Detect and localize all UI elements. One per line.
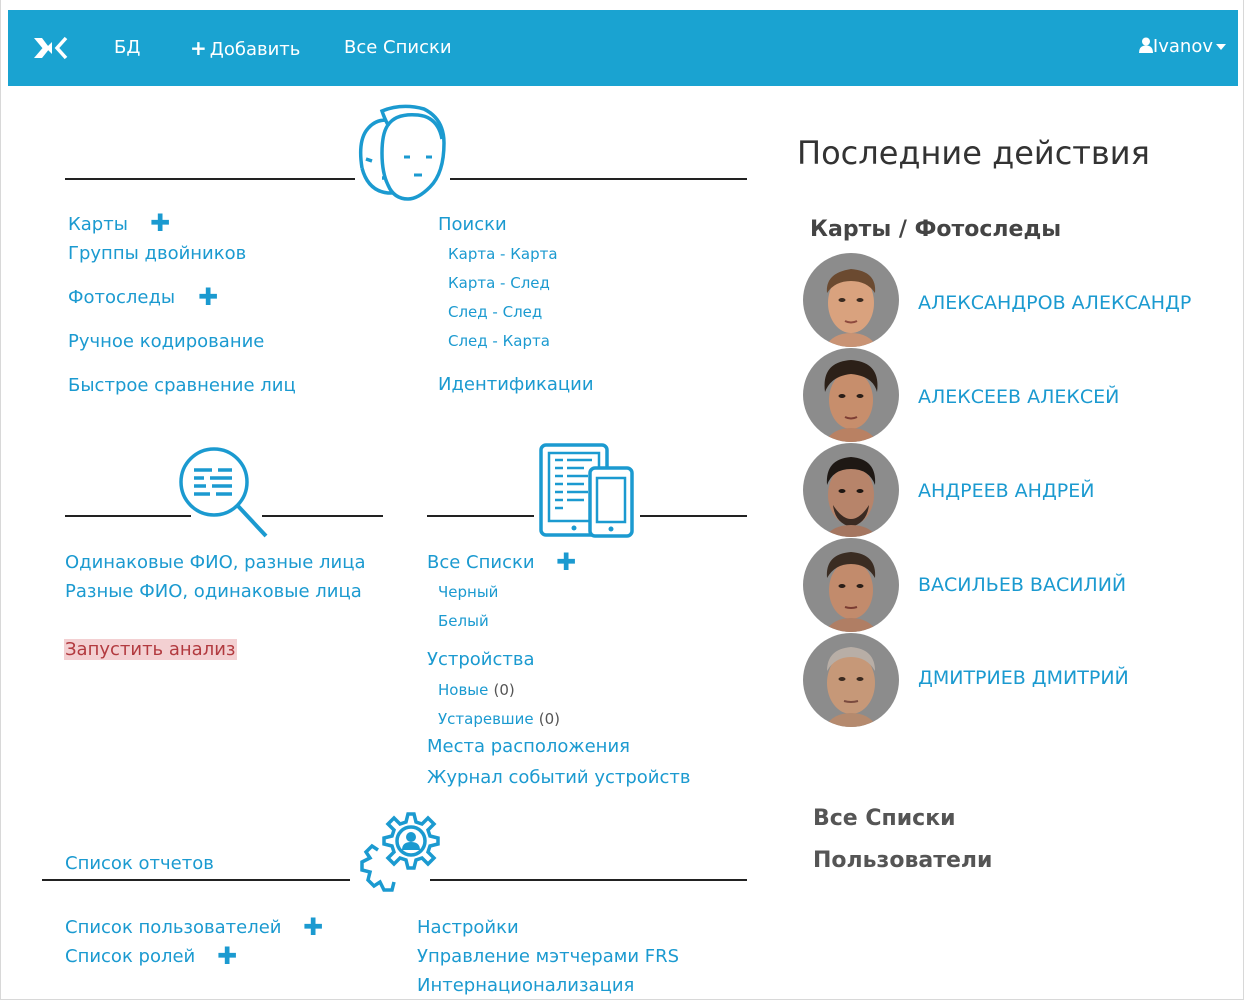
recent-person-link[interactable]: АЛЕКСАНДРОВ АЛЕКСАНДР — [918, 292, 1191, 314]
recent-person-link[interactable]: АЛЕКСЕЕВ АЛЕКСЕЙ — [918, 386, 1119, 408]
avatar[interactable] — [803, 633, 899, 727]
divider — [65, 178, 355, 180]
search-trace-card-link[interactable]: След - Карта — [448, 332, 550, 350]
new-devices-link[interactable]: Новые — [438, 681, 488, 699]
divider — [430, 879, 747, 881]
search-trace-trace-link[interactable]: След - След — [448, 303, 542, 321]
add-photo-trace-icon[interactable]: ✚ — [198, 283, 218, 311]
twins-link[interactable]: Группы двойников — [68, 243, 246, 264]
plus-icon: + — [190, 36, 207, 60]
recent-person-link[interactable]: АНДРЕЕВ АНДРЕЙ — [918, 480, 1094, 502]
recent-person-link[interactable]: ДМИТРИЕВ ДМИТРИЙ — [918, 667, 1129, 689]
reports-link[interactable]: Список отчетов — [65, 853, 214, 874]
all-lists-link[interactable]: Все Списки — [427, 552, 535, 573]
divider — [450, 178, 747, 180]
chevron-down-icon — [1216, 44, 1226, 50]
recent-actions-title: Последние действия — [797, 134, 1150, 172]
manual-coding-link[interactable]: Ручное кодирование — [68, 331, 264, 352]
new-devices-count: (0) — [493, 681, 515, 699]
nav-add-button[interactable]: + Добавить — [190, 36, 300, 62]
user-menu[interactable]: Ivanov — [1138, 36, 1226, 57]
document-search-icon — [179, 447, 268, 538]
nav-all-lists-link[interactable]: Все Списки — [344, 36, 452, 60]
run-analysis-button[interactable]: Запустить анализ — [64, 639, 237, 660]
divider — [640, 515, 747, 517]
diff-name-link[interactable]: Разные ФИО, одинаковые лица — [65, 581, 362, 602]
outdated-devices-count: (0) — [538, 710, 560, 728]
gear-user-icon — [360, 812, 440, 892]
avatar[interactable] — [803, 253, 899, 347]
top-navbar: БД + Добавить Все Списки Ivanov — [8, 10, 1238, 86]
user-name: Ivanov — [1152, 36, 1213, 57]
divider — [42, 879, 350, 881]
recent-all-lists-link[interactable]: Все Списки — [813, 806, 956, 831]
photo-traces-link[interactable]: Фотоследы — [68, 287, 175, 308]
search-card-trace-link[interactable]: Карта - След — [448, 274, 550, 292]
avatar[interactable] — [803, 538, 899, 632]
cards-traces-subtitle: Карты / Фотоследы — [810, 217, 1062, 242]
settings-link[interactable]: Настройки — [417, 917, 519, 938]
recent-users-link[interactable]: Пользователи — [813, 848, 992, 873]
tablet-phone-icon — [539, 443, 634, 538]
divider — [65, 515, 191, 517]
app-logo-icon[interactable] — [34, 36, 70, 64]
add-role-icon[interactable]: ✚ — [217, 942, 237, 970]
add-user-icon[interactable]: ✚ — [303, 913, 323, 941]
add-card-icon[interactable]: ✚ — [150, 209, 170, 237]
identifications-link[interactable]: Идентификации — [438, 374, 594, 395]
divider — [427, 515, 534, 517]
white-list-link[interactable]: Белый — [438, 612, 489, 630]
avatar[interactable] — [803, 348, 899, 442]
i18n-link[interactable]: Интернационализация — [417, 975, 634, 996]
divider — [262, 515, 383, 517]
searches-link[interactable]: Поиски — [438, 214, 507, 235]
recent-person-link[interactable]: ВАСИЛЬЕВ ВАСИЛИЙ — [918, 574, 1126, 596]
same-name-link[interactable]: Одинаковые ФИО, разные лица — [65, 552, 365, 573]
search-card-card-link[interactable]: Карта - Карта — [448, 245, 558, 263]
outdated-devices-link[interactable]: Устаревшие — [438, 710, 534, 728]
quick-compare-link[interactable]: Быстрое сравнение лиц — [68, 375, 296, 396]
locations-link[interactable]: Места расположения — [427, 736, 630, 757]
new-devices-item: Новые (0) — [438, 680, 515, 699]
add-list-icon[interactable]: ✚ — [556, 548, 576, 576]
faces-icon — [358, 104, 446, 201]
nav-db-link[interactable]: БД — [114, 36, 140, 60]
nav-add-label: Добавить — [209, 39, 301, 60]
cards-link[interactable]: Карты — [68, 214, 128, 235]
event-log-link[interactable]: Журнал событий устройств — [427, 767, 690, 788]
outdated-devices-item: Устаревшие (0) — [438, 709, 560, 728]
users-list-link[interactable]: Список пользователей — [65, 917, 282, 938]
avatar[interactable] — [803, 443, 899, 537]
black-list-link[interactable]: Черный — [438, 583, 498, 601]
matchers-link[interactable]: Управление мэтчерами FRS — [417, 946, 679, 967]
roles-list-link[interactable]: Список ролей — [65, 946, 195, 967]
user-icon — [1138, 37, 1153, 53]
devices-link[interactable]: Устройства — [427, 649, 535, 670]
